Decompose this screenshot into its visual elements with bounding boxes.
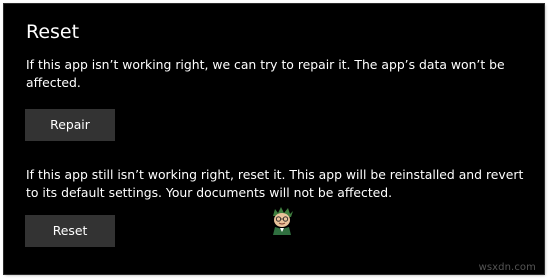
reset-button[interactable]: Reset (25, 215, 115, 247)
watermark-text: wsxdn.com (478, 262, 536, 273)
repair-button[interactable]: Repair (25, 109, 115, 141)
reset-settings-panel: Reset If this app isn’t working right, w… (4, 4, 544, 274)
appuals-mascot-icon (273, 207, 293, 235)
section-title: Reset (26, 21, 80, 43)
repair-description: If this app isn’t working right, we can … (26, 57, 505, 90)
reset-description: If this app still isn’t working right, r… (26, 167, 524, 200)
